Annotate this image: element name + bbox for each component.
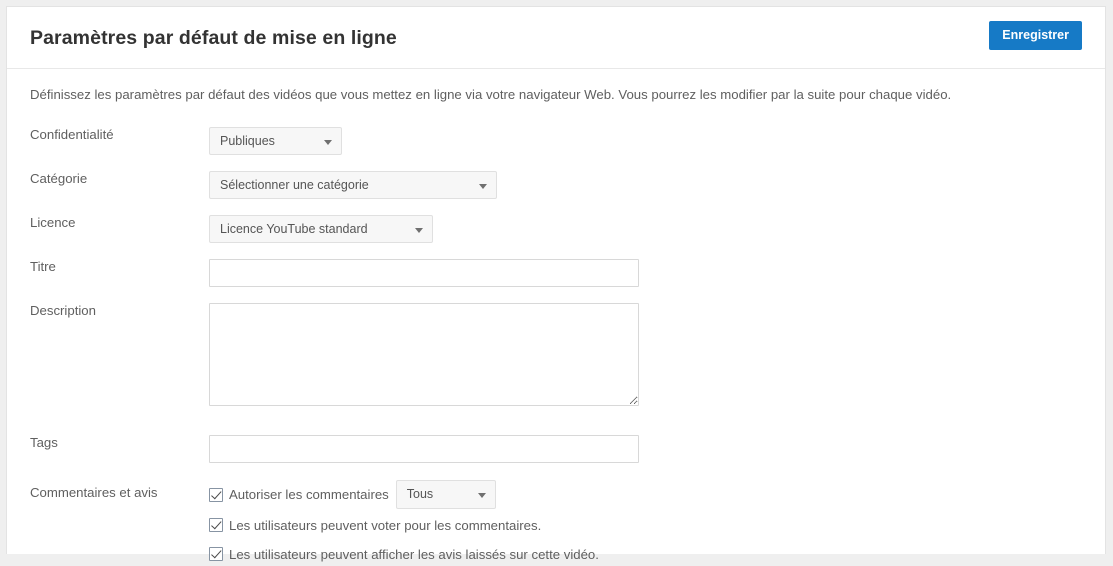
chevron-down-icon [477, 493, 486, 498]
field-category: Sélectionner une catégorie [209, 171, 1105, 199]
field-privacy: Publiques [209, 127, 1105, 155]
form-row-tags: Tags [7, 435, 1105, 463]
category-select-value: Sélectionner une catégorie [220, 178, 369, 192]
allow-comments-label: Autoriser les commentaires [229, 487, 389, 502]
label-privacy: Confidentialité [30, 127, 114, 142]
label-license: Licence [30, 215, 76, 230]
save-button[interactable]: Enregistrer [989, 21, 1082, 50]
field-comments: Autoriser les commentaires Tous Les util… [209, 480, 1105, 566]
label-tags: Tags [30, 435, 58, 450]
can-vote-label: Les utilisateurs peuvent voter pour les … [229, 517, 542, 533]
field-license: Licence YouTube standard [209, 215, 1105, 243]
field-title [209, 259, 1105, 287]
form-row-category: Catégorie Sélectionner une catégorie [7, 171, 1105, 199]
privacy-select-value: Publiques [220, 134, 275, 148]
comments-mode-select[interactable]: Tous [395, 480, 496, 509]
license-select[interactable]: Licence YouTube standard [209, 215, 433, 243]
license-select-value: Licence YouTube standard [220, 222, 368, 236]
comments-mode-wrap: Tous [395, 480, 496, 509]
upload-defaults-form: Confidentialité Publiques Catégorie Séle… [7, 127, 1105, 566]
form-row-privacy: Confidentialité Publiques [7, 127, 1105, 155]
form-row-license: Licence Licence YouTube standard [7, 215, 1105, 243]
description-textarea[interactable] [209, 303, 639, 406]
chevron-down-icon [415, 228, 423, 233]
can-view-reviews-label: Les utilisateurs peuvent afficher les av… [229, 546, 599, 562]
tags-input[interactable] [209, 435, 639, 463]
card-header: Paramètres par défaut de mise en ligne E… [7, 7, 1105, 69]
form-row-comments: Commentaires et avis Autoriser les comme… [7, 480, 1105, 566]
label-category: Catégorie [30, 171, 88, 186]
field-description [209, 303, 1105, 406]
checkbox-row-can-view-reviews: Les utilisateurs peuvent afficher les av… [209, 542, 1105, 566]
category-select[interactable]: Sélectionner une catégorie [209, 171, 497, 199]
title-input[interactable] [209, 259, 639, 287]
intro-description: Définissez les paramètres par défaut des… [30, 87, 952, 102]
chevron-down-icon [479, 184, 487, 189]
form-row-title: Titre [7, 259, 1105, 287]
label-comments: Commentaires et avis [30, 485, 158, 500]
can-view-reviews-checkbox[interactable] [209, 547, 223, 561]
label-description: Description [30, 303, 96, 318]
settings-card: Paramètres par défaut de mise en ligne E… [6, 6, 1106, 562]
label-title: Titre [30, 259, 56, 274]
page-title: Paramètres par défaut de mise en ligne [30, 27, 397, 49]
can-vote-checkbox[interactable] [209, 518, 223, 532]
checkbox-row-allow-comments: Autoriser les commentaires Tous [209, 480, 1105, 509]
privacy-select[interactable]: Publiques [209, 127, 342, 155]
field-tags [209, 435, 1105, 463]
allow-comments-checkbox[interactable] [209, 487, 223, 502]
comments-mode-value: Tous [406, 487, 434, 501]
checkbox-row-can-vote: Les utilisateurs peuvent voter pour les … [209, 513, 1105, 537]
chevron-down-icon [324, 140, 332, 145]
form-row-description: Description [7, 303, 1105, 406]
